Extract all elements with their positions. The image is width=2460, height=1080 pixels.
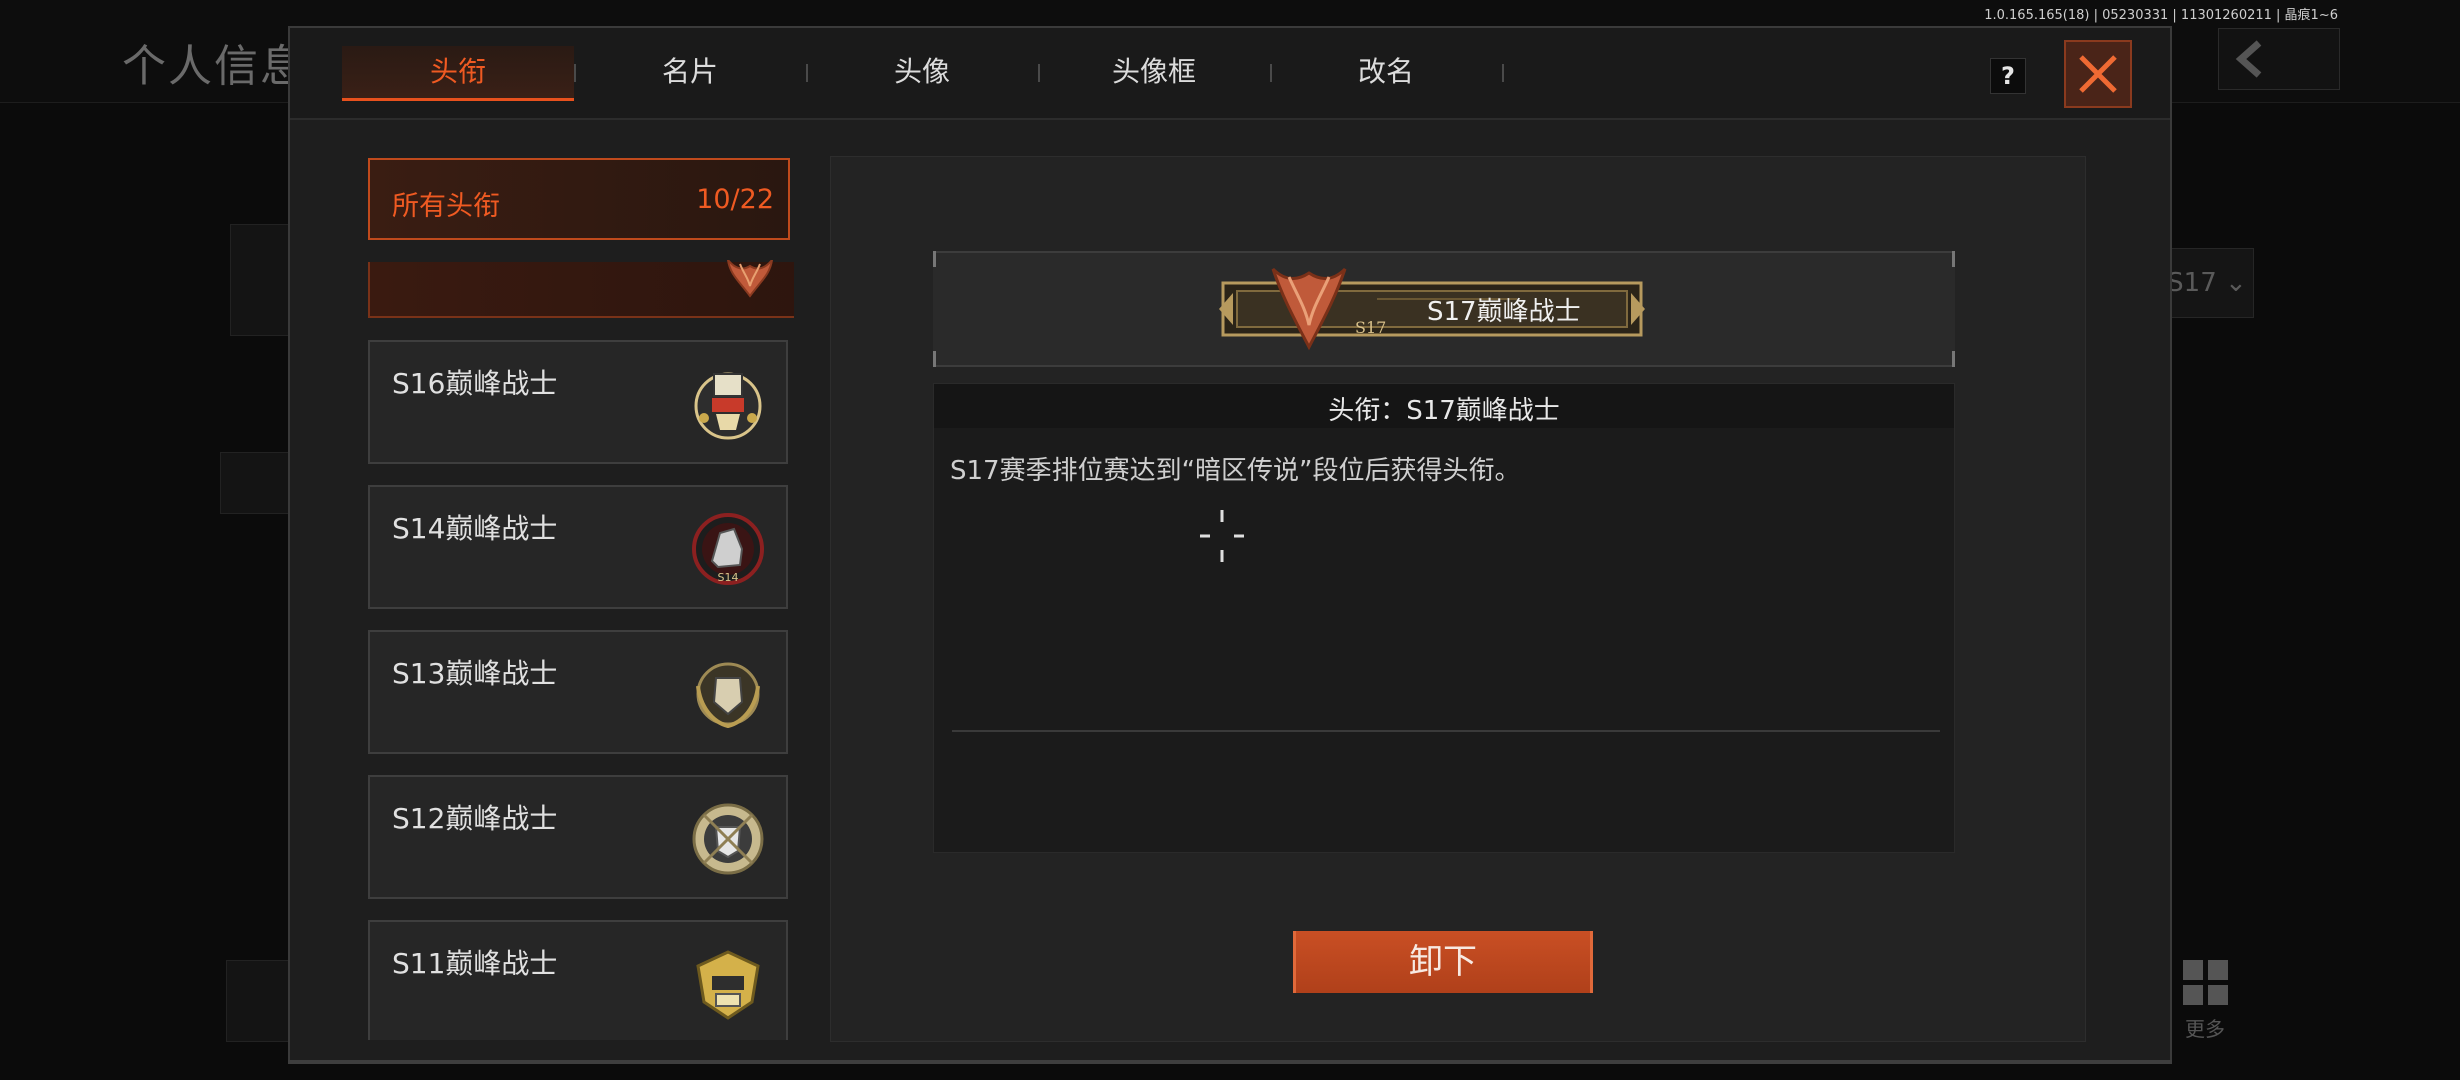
description-text: S17赛季排位赛达到“暗区传说”段位后获得头衔。	[950, 456, 1521, 486]
nameplate-label: S17巅峰战士	[1427, 297, 1581, 327]
title-detail-panel: S17 S17巅峰战士 头衔：S17巅峰战士 S17赛季排位赛达到“暗区传说”段…	[830, 156, 2086, 1042]
description-title-bar: 头衔：S17巅峰战士	[934, 384, 1954, 428]
tab-title[interactable]: 头衔	[342, 46, 574, 101]
list-item-name: S11巅峰战士	[392, 947, 558, 980]
list-item[interactable]: S12巅峰战士	[368, 775, 788, 899]
list-count: 10/22	[696, 184, 774, 215]
more-label: 更多	[2185, 1017, 2225, 1041]
list-item-name: S14巅峰战士	[392, 512, 558, 545]
tab-rename[interactable]: 改名	[1270, 46, 1502, 98]
corner-tick	[933, 251, 936, 267]
corner-tick	[1952, 351, 1955, 367]
description-box: 头衔：S17巅峰战士 S17赛季排位赛达到“暗区传说”段位后获得头衔。	[933, 383, 1955, 853]
page-title: 个人信息	[122, 41, 306, 92]
tab-avatar-frame[interactable]: 头像框	[1038, 46, 1270, 98]
background-panel	[226, 960, 292, 1042]
s12-badge-icon	[692, 803, 764, 875]
list-item[interactable]: S14巅峰战士 S14	[368, 485, 788, 609]
description-title: 头衔：S17巅峰战士	[1328, 396, 1560, 426]
grid-icon	[2182, 960, 2228, 1005]
close-icon	[2079, 55, 2117, 93]
tab-bar: 头衔 名片 头像 头像框 改名 ?	[290, 28, 2170, 120]
background-panel	[220, 452, 292, 514]
list-item-name: S16巅峰战士	[392, 367, 558, 400]
svg-text:S14: S14	[718, 571, 739, 584]
s14-badge-icon: S14	[692, 513, 764, 585]
list-item-selected[interactable]	[368, 260, 794, 318]
background-avatar	[230, 224, 296, 336]
corner-tick	[1952, 251, 1955, 267]
corner-tick	[933, 351, 936, 367]
help-button[interactable]: ?	[1990, 58, 2026, 94]
season-select: S17 ⌄	[2160, 248, 2254, 318]
unequip-button[interactable]: 卸下	[1293, 931, 1593, 993]
list-item[interactable]: S13巅峰战士	[368, 630, 788, 754]
tab-divider	[1502, 64, 1504, 82]
list-item[interactable]: S16巅峰战士	[368, 340, 788, 464]
s17-badge-icon	[726, 260, 774, 298]
crosshair-icon	[1200, 510, 1244, 562]
tab-avatar[interactable]: 头像	[806, 46, 1038, 98]
list-item-name: S13巅峰战士	[392, 657, 558, 690]
version-label: 1.0.165.165(18) | 05230331 | 11301260211…	[1984, 8, 2338, 23]
chevron-left-icon	[2235, 40, 2262, 78]
s11-badge-icon	[696, 950, 760, 1020]
list-item-name: S12巅峰战士	[392, 802, 558, 835]
modal-bottom-edge	[288, 1060, 2172, 1064]
description-divider	[952, 730, 1940, 732]
title-selection-modal: 头衔 名片 头像 头像框 改名 ? 所有头衔 10/22 S16巅峰战士 S14…	[288, 26, 2172, 1062]
title-list[interactable]: 所有头衔 10/22 S16巅峰战士 S14巅峰战士 S14 S13巅峰战士 S…	[368, 158, 794, 1040]
list-filter-label: 所有头衔	[392, 191, 500, 222]
s16-badge-icon	[694, 372, 762, 440]
list-filter-header[interactable]: 所有头衔 10/22	[368, 158, 790, 240]
more-button: 更多	[2178, 960, 2232, 1042]
close-button[interactable]	[2064, 40, 2132, 108]
tab-card[interactable]: 名片	[574, 46, 806, 98]
nameplate-preview: S17 S17巅峰战士	[933, 251, 1955, 367]
nameplate-season-text: S17	[1355, 318, 1386, 337]
list-item[interactable]: S11巅峰战士	[368, 920, 788, 1040]
back-button[interactable]	[2218, 28, 2340, 90]
s13-badge-icon	[696, 662, 760, 729]
